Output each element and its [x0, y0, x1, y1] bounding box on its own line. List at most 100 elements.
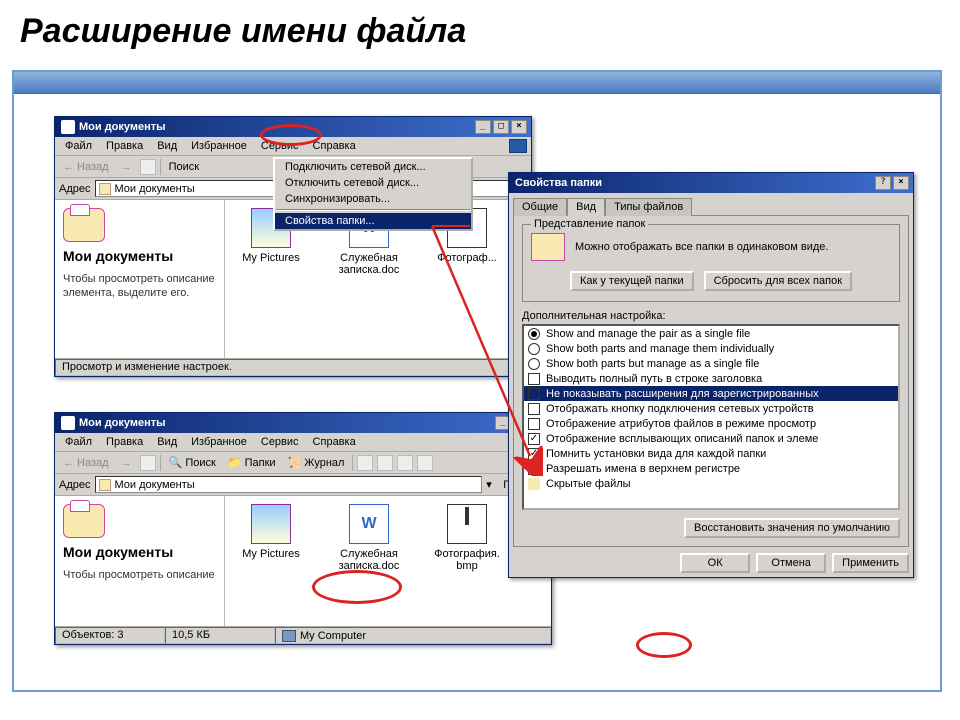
settings-row[interactable]: Скрытые файлы [524, 476, 898, 491]
maximize-button[interactable]: □ [493, 120, 509, 134]
menu-view[interactable]: Вид [151, 435, 183, 449]
info-pane-title: Мои документы [63, 544, 216, 560]
cancel-button[interactable]: Отмена [756, 553, 826, 573]
menuitem-folder-options[interactable]: Свойства папки... [275, 213, 471, 229]
file-label: записка.doc [329, 264, 409, 276]
checkbox-icon[interactable] [528, 388, 540, 400]
tab-view[interactable]: Вид [567, 198, 605, 216]
statusbar: Объектов: 3 10,5 КБ My Computer [55, 626, 551, 644]
settings-row-label: Отображение всплывающих описаний папок и… [546, 433, 818, 445]
menu-edit[interactable]: Правка [100, 139, 149, 153]
help-button[interactable]: ? [875, 176, 891, 190]
menu-file[interactable]: Файл [59, 435, 98, 449]
folders-button[interactable]: 📁 Папки [224, 455, 280, 470]
settings-row[interactable]: Не показывать расширения для зарегистрир… [524, 386, 898, 401]
status-text: Просмотр и изменение настроек. [55, 359, 531, 376]
radio-icon[interactable] [528, 343, 540, 355]
settings-row[interactable]: Выводить полный путь в строке заголовка [524, 371, 898, 386]
settings-row[interactable]: Разрешать имена в верхнем регистре [524, 461, 898, 476]
checkbox-icon[interactable] [528, 463, 540, 475]
settings-row[interactable]: Отображать кнопку подключения сетевых ус… [524, 401, 898, 416]
group-text: Можно отображать все папки в одинаковом … [575, 241, 828, 253]
checkbox-icon[interactable] [528, 403, 540, 415]
apply-button[interactable]: Применить [832, 553, 909, 573]
menu-separator [276, 209, 470, 211]
address-label: Адрес [59, 479, 91, 491]
file-label: Служебная [329, 252, 409, 264]
window-title: Мои документы [79, 417, 493, 429]
menuitem-connect-netdrive[interactable]: Подключить сетевой диск... [275, 159, 471, 175]
up-icon[interactable] [140, 455, 156, 471]
menu-edit[interactable]: Правка [100, 435, 149, 449]
settings-row[interactable]: Show both parts and manage them individu… [524, 341, 898, 356]
file-list[interactable]: My Pictures Служебная записка.doc Фотогр… [225, 496, 551, 626]
reset-all-button[interactable]: Сбросить для всех папок [704, 271, 852, 291]
slide-frame-titlebar [14, 72, 940, 94]
explorer-window-top: Мои документы _ □ × Файл Правка Вид Избр… [54, 116, 532, 377]
folder-icon[interactable] [528, 478, 540, 490]
menu-help[interactable]: Справка [307, 139, 362, 153]
menu-favorites[interactable]: Избранное [185, 139, 253, 153]
settings-row[interactable]: Отображение атрибутов файлов в режиме пр… [524, 416, 898, 431]
tab-general[interactable]: Общие [513, 198, 567, 216]
menu-view[interactable]: Вид [151, 139, 183, 153]
radio-icon[interactable] [528, 328, 540, 340]
address-value: Мои документы [115, 479, 195, 491]
journal-button[interactable]: 📜 Журнал [284, 455, 349, 470]
forward-button[interactable]: → [117, 456, 136, 470]
menuitem-disconnect-netdrive[interactable]: Отключить сетевой диск... [275, 175, 471, 191]
settings-row-label: Разрешать имена в верхнем регистре [546, 463, 740, 475]
restore-defaults-button[interactable]: Восстановить значения по умолчанию [684, 518, 900, 538]
slide-frame: Мои документы _ □ × Файл Правка Вид Избр… [12, 70, 942, 692]
toolbar-icon[interactable] [417, 455, 433, 471]
settings-row-label: Show both parts but manage as a single f… [546, 358, 759, 370]
back-button[interactable]: ← Назад [59, 160, 113, 174]
radio-icon[interactable] [528, 358, 540, 370]
file-item[interactable]: My Pictures [231, 504, 311, 560]
search-button[interactable]: 🔍 Поиск [165, 455, 220, 470]
checkbox-icon[interactable] [528, 373, 540, 385]
settings-row[interactable]: Помнить установки вида для каждой папки [524, 446, 898, 461]
like-current-button[interactable]: Как у текущей папки [570, 271, 694, 291]
up-icon[interactable] [140, 159, 156, 175]
file-label: bmp [427, 560, 507, 572]
checkbox-icon[interactable] [528, 418, 540, 430]
titlebar[interactable]: Мои документы _ □ × [55, 413, 551, 433]
toolbar-icon[interactable] [397, 455, 413, 471]
close-button[interactable]: × [511, 120, 527, 134]
settings-row[interactable]: Show both parts but manage as a single f… [524, 356, 898, 371]
menu-help[interactable]: Справка [307, 435, 362, 449]
file-label: Фотограф... [427, 252, 507, 264]
checkbox-icon[interactable] [528, 433, 540, 445]
advanced-settings-list[interactable]: Show and manage the pair as a single fil… [522, 324, 900, 510]
settings-row-label: Отображать кнопку подключения сетевых ус… [546, 403, 814, 415]
menuitem-sync[interactable]: Синхронизировать... [275, 191, 471, 207]
titlebar[interactable]: Мои документы _ □ × [55, 117, 531, 137]
settings-row-label: Отображение атрибутов файлов в режиме пр… [546, 418, 816, 430]
ok-button[interactable]: ОК [680, 553, 750, 573]
info-pane-desc: Чтобы просмотреть описание элемента, выд… [63, 272, 216, 301]
toolbar-icon[interactable] [357, 455, 373, 471]
back-button[interactable]: ← Назад [59, 456, 113, 470]
settings-row[interactable]: Отображение всплывающих описаний папок и… [524, 431, 898, 446]
file-item[interactable]: Фотография. bmp [427, 504, 507, 572]
forward-button[interactable]: → [117, 160, 136, 174]
settings-row-label: Show and manage the pair as a single fil… [546, 328, 750, 340]
minimize-button[interactable]: _ [475, 120, 491, 134]
file-item[interactable]: Служебная записка.doc [329, 504, 409, 572]
settings-row[interactable]: Show and manage the pair as a single fil… [524, 326, 898, 341]
close-button[interactable]: × [893, 176, 909, 190]
toolbar-separator [160, 455, 161, 471]
menu-favorites[interactable]: Избранное [185, 435, 253, 449]
checkbox-icon[interactable] [528, 448, 540, 460]
titlebar[interactable]: Свойства папки ? × [509, 173, 913, 193]
search-button[interactable]: Поиск [165, 160, 203, 174]
tab-filetypes[interactable]: Типы файлов [605, 198, 692, 216]
statusbar: Просмотр и изменение настроек. [55, 358, 531, 376]
menu-file[interactable]: Файл [59, 139, 98, 153]
group-legend: Представление папок [531, 218, 648, 230]
menu-service[interactable]: Сервис [255, 139, 305, 153]
address-field[interactable]: Мои документы [95, 476, 483, 493]
menu-service[interactable]: Сервис [255, 435, 305, 449]
toolbar-icon[interactable] [377, 455, 393, 471]
